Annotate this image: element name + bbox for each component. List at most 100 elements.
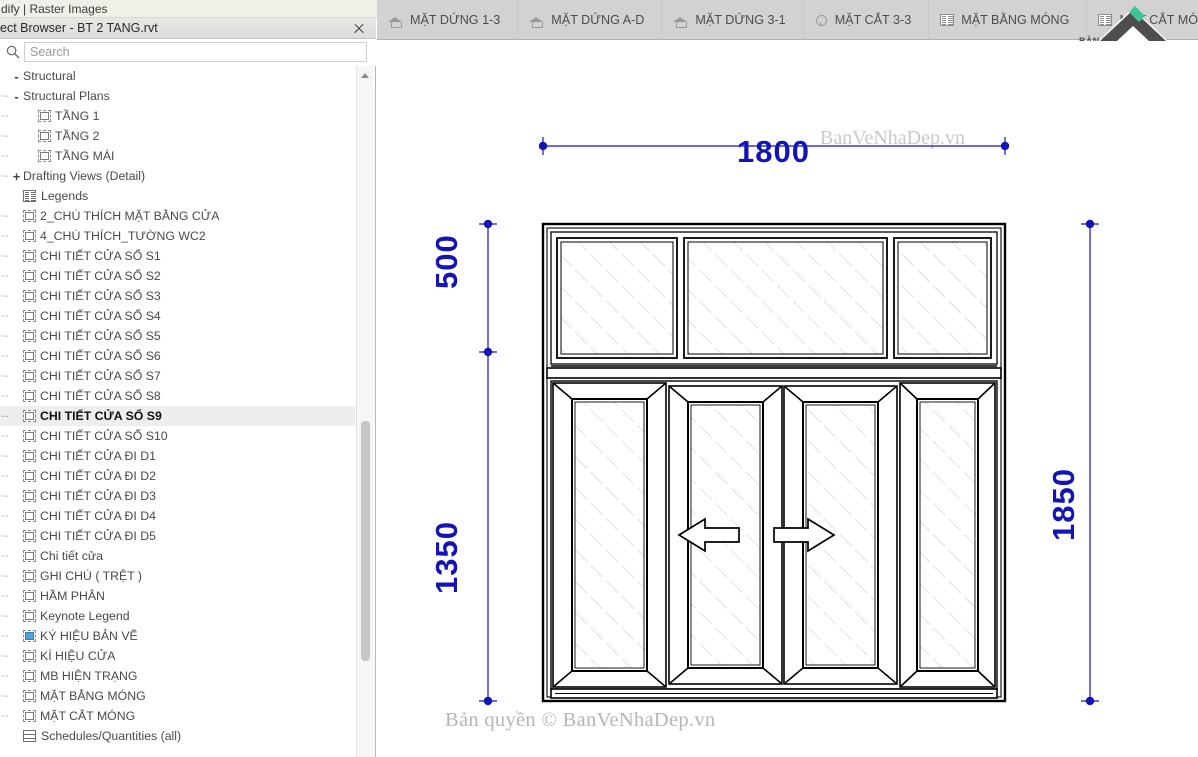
view-icon [23,290,36,302]
drawing-canvas[interactable]: BanVeNhaDep.vn Bản quyền © BanVeNhaDep.v… [377,41,1198,757]
tree-item-label: CHI TIẾT CỬA SỔ S10 [40,429,168,443]
tree-item-label: CHI TIẾT CỬA SỔ S5 [40,329,161,343]
tab-label: MẶT DỨNG 1-3 [410,12,501,27]
tree-item-lg-ky-hieu-bv[interactable]: -- KÝ HIỆU BẢN VẼ [0,626,355,646]
view-icon [23,530,36,542]
view-icon [23,390,36,402]
tree-item-lg-2-chu-thich[interactable]: -- 2_CHÚ THÍCH MẶT BẰNG CỬA [0,206,355,226]
tree-item-label: KÝ HIỆU BẢN VẼ [40,629,138,643]
ribbon-context-label: dify | Raster Images [1,1,108,16]
tree-item-lg-4-chu-thich[interactable]: -- 4_CHÚ THÍCH_TƯỜNG WC2 [0,226,355,246]
tree-item-label: CHI TIẾT CỬA SỔ S9 [40,409,162,423]
tree-item-lg-d1[interactable]: -- CHI TIẾT CỬA ĐI D1 [0,446,355,466]
tree-item-label: CHI TIẾT CỬA ĐI D4 [40,509,156,523]
tree-connector: -- [1,690,9,702]
tree-item-label: CHI TIẾT CỬA ĐI D3 [40,489,156,503]
tree-connector: -- [1,390,9,402]
tree-item-label: TẦNG 1 [55,109,100,123]
tree-item-lg-s4[interactable]: -- CHI TIẾT CỬA SỔ S4 [0,306,355,326]
view-icon [23,330,36,342]
tab-mat-cat-mong[interactable]: MẶT CẮT MÓNG [1087,0,1198,40]
tab-label: MẶT DỨNG 3-1 [695,12,786,27]
tree-item-tang-1[interactable]: -- TẦNG 1 [0,106,355,126]
tree-item-drafting-views[interactable]: -- + Drafting Views (Detail) [0,166,355,186]
scrollbar-thumb[interactable] [361,421,370,661]
tree-item-schedules[interactable]: Schedules/Quantities (all) [0,726,355,746]
tree-item-lg-s10[interactable]: -- CHI TIẾT CỬA SỔ S10 [0,426,355,446]
tab-mat-bang-mong[interactable]: MẶT BẰNG MÓNG [929,0,1088,40]
tree-item-label: CHI TIẾT CỬA SỔ S1 [40,249,161,263]
tree-connector: -- [1,410,9,422]
tree-connector: -- [1,590,9,602]
tree-item-lg-d3[interactable]: -- CHI TIẾT CỬA ĐI D3 [0,486,355,506]
ribbon-context-strip: dify | Raster Images [0,0,380,18]
tree-item-lg-d5[interactable]: -- CHI TIẾT CỬA ĐI D5 [0,526,355,546]
tree-item-lg-mb-mong[interactable]: -- MẶT BẰNG MÓNG [0,686,355,706]
view-tab-strip[interactable]: MẶT DỨNG 1-3 MẶT DỨNG A-D MẶT DỨNG 3-1 MẶT … [377,0,1198,40]
tree-toggle-drafting-views[interactable]: + [10,170,23,183]
scroll-up-icon[interactable] [357,66,374,83]
search-row [0,39,376,66]
tab-mat-dung-1-3[interactable]: MẶT DỨNG 1-3 [377,0,519,40]
tree-item-lg-s9[interactable]: -- CHI TIẾT CỬA SỔ S9 [0,406,355,426]
tree-item-lg-s5[interactable]: -- CHI TIẾT CỬA SỔ S5 [0,326,355,346]
tree-item-lg-mc-mong[interactable]: -- MẶT CẮT MÓNG [0,706,355,726]
window-detail-drawing [479,137,1099,706]
tree-item-lg-chi-tiet-cua[interactable]: -- Chi tiết cửa [0,546,355,566]
tree-item-lg-s8[interactable]: -- CHI TIẾT CỬA SỔ S8 [0,386,355,406]
browser-scrollbar[interactable] [356,66,374,757]
tree-item-tang-2[interactable]: -- TẦNG 2 [0,126,355,146]
tree-item-lg-mb-hien-trang[interactable]: -- MB HIỆN TRẠNG [0,666,355,686]
tab-label: MẶT CẮT MÓNG [1119,12,1198,27]
tree-item-structural-plans[interactable]: -- - Structural Plans [0,86,355,106]
view-icon [23,490,36,502]
tree-item-tang-mai[interactable]: -- TẦNG MÁI [0,146,355,166]
project-browser-title: ect Browser - BT 2 TANG.rvt [0,21,158,35]
tree-item-label: MẶT CẮT MÓNG [40,709,136,723]
tree-item-label: Schedules/Quantities (all) [41,729,182,743]
tree-item-label: MẶT BẰNG MÓNG [40,689,146,703]
tree-item-lg-s7[interactable]: -- CHI TIẾT CỬA SỔ S7 [0,366,355,386]
tree-item-label: Keynote Legend [40,609,130,623]
tree-connector: -- [1,250,9,262]
project-browser-tree[interactable]: - Structural -- - Structural Plans -- TẦNG 1 --… [0,66,355,757]
tree-connector: -- [1,670,9,682]
tree-item-lg-s3[interactable]: -- CHI TIẾT CỬA SỔ S3 [0,286,355,306]
tree-toggle-structural-plans[interactable]: - [10,90,23,103]
app-root: dify | Raster Images ect Browser - BT 2 … [0,0,1198,757]
tree-item-structural[interactable]: - Structural [0,66,355,86]
tree-item-lg-keynote[interactable]: -- Keynote Legend [0,606,355,626]
view-icon [23,610,36,622]
tree-item-lg-d2[interactable]: -- CHI TIẾT CỬA ĐI D2 [0,466,355,486]
search-input[interactable] [24,42,367,62]
tree-item-label: Structural [23,69,76,83]
view-icon [23,570,36,582]
tab-mat-dung-3-1[interactable]: MẶT DỨNG 3-1 [662,0,804,40]
plan-icon [1098,13,1113,26]
tree-item-lg-d4[interactable]: -- CHI TIẾT CỬA ĐI D4 [0,506,355,526]
tree-item-label: CHI TIẾT CỬA SỔ S6 [40,349,161,363]
plan-icon [940,13,955,26]
view-icon [23,410,36,422]
view-icon [23,370,36,382]
elevation-icon [529,13,544,28]
tree-connector: -- [1,710,9,722]
tree-connector: -- [1,470,9,482]
schedule-icon [23,730,36,742]
view-icon [23,350,36,362]
view-icon [23,210,36,222]
tree-item-legends[interactable]: Legends [0,186,355,206]
tree-item-label: CHI TIẾT CỬA SỔ S3 [40,289,161,303]
tree-item-lg-s6[interactable]: -- CHI TIẾT CỬA SỔ S6 [0,346,355,366]
tree-item-label: CHI TIẾT CỬA SỔ S2 [40,269,161,283]
tab-mat-dung-a-d[interactable]: MẶT DỨNG A-D [518,0,663,40]
tree-item-lg-s2[interactable]: -- CHI TIẾT CỬA SỔ S2 [0,266,355,286]
tree-item-lg-ham-phan[interactable]: -- HẦM PHÂN [0,586,355,606]
tree-item-lg-ki-hieu-cua[interactable]: -- KÍ HIỆU CỬA [0,646,355,666]
tree-item-lg-ghi-chu-tret[interactable]: -- GHI CHÚ ( TRỆT ) [0,566,355,586]
close-icon[interactable] [350,19,368,37]
tree-connector: -- [1,150,9,162]
tab-mat-cat-3-3[interactable]: MẶT CẮT 3-3 [804,0,930,40]
tree-toggle-structural[interactable]: - [10,70,23,83]
tree-item-lg-s1[interactable]: -- CHI TIẾT CỬA SỔ S1 [0,246,355,266]
